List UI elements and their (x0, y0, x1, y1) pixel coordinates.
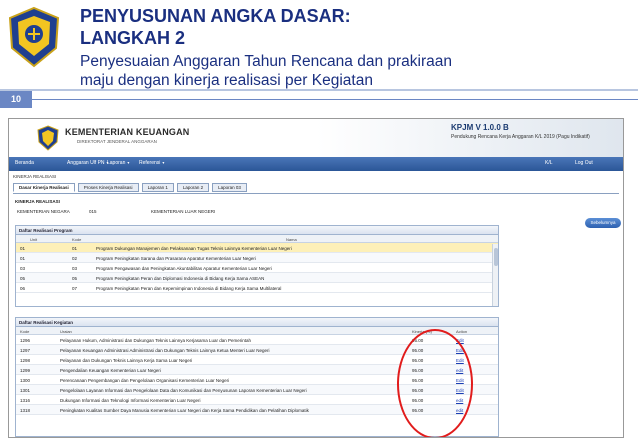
cell-unit: 05 (20, 276, 26, 281)
col-unit: Unit (30, 237, 38, 242)
slide-subtitle-line1: Penyesuaian Anggaran Tahun Rencana dan p… (80, 53, 452, 70)
table-row[interactable]: 06 07 Program Peningkatan Peran dan Kepemi… (16, 283, 498, 293)
header-divider (0, 89, 638, 91)
kemenkeu-logo-icon (37, 125, 59, 151)
col-kode: Kode (72, 237, 82, 242)
col-nama: Nama (286, 237, 297, 242)
cell-kode: 1316 (20, 398, 31, 403)
cell-uraian: Pelayanan Hukum, Administrasi dan Dukung… (60, 338, 252, 343)
highlight-ring (397, 329, 473, 437)
cell-nama: Program Peningkatan Sarana dan Prasarana… (96, 256, 256, 261)
user-code: K/L (545, 160, 553, 166)
cell-kode: 1318 (20, 408, 31, 413)
cell-kode: 1300 (20, 378, 31, 383)
app-banner: KEMENTERIAN KEUANGAN DIREKTORAT JENDERAL… (9, 119, 623, 157)
cell-kode: 01 (72, 246, 78, 251)
tab-laporan-03[interactable]: Laporan 03 (212, 183, 247, 192)
program-grid: Daftar Realisasi Program Unit Kode Nama … (15, 225, 499, 307)
tab-proses-kinerja[interactable]: Proses Kinerja Realisasi (77, 183, 139, 192)
tab-dasar-kinerja[interactable]: Dasar Kinerja Realisasi (13, 183, 75, 192)
cell-kode: 02 (72, 256, 78, 261)
app-description: Pendukung Rencana Kerja Anggaran K/L 201… (451, 134, 590, 140)
cell-kode: 1297 (20, 348, 31, 353)
cell-unit: 01 (20, 256, 26, 261)
menu-referensi[interactable]: Referensi (139, 160, 164, 166)
table-row[interactable]: 01 02 Program Peningkatan Sarana dan Prasa… (16, 253, 498, 263)
cell-kode: 1299 (20, 368, 31, 373)
menu-beranda[interactable]: Beranda (15, 160, 36, 166)
cell-kode: 05 (72, 276, 78, 281)
cell-unit: 01 (20, 246, 26, 251)
ministry-subname: DIREKTORAT JENDERAL ANGGARAN (77, 139, 157, 144)
cell-nama: Program Peningkatan Peran dan Kepemimpin… (96, 286, 282, 291)
cell-unit: 06 (20, 286, 26, 291)
logout-link[interactable]: Log Out (575, 160, 595, 166)
scroll-thumb[interactable] (494, 248, 498, 266)
field-label: KEMENTERIAN NEGARA (17, 209, 70, 214)
breadcrumb: KINERJA REALISASI (13, 174, 57, 179)
number-divider (32, 99, 638, 100)
table-row[interactable]: 01 01 Program Dukungan Manajemen dan Pelak… (16, 243, 498, 253)
kegiatan-grid-title: Daftar Realisasi Kegiatan (16, 318, 498, 327)
cell-kode: 1301 (20, 388, 31, 393)
cell-uraian: Pengendalian Keuangan Kementerian Luar N… (60, 368, 161, 373)
tab-panel-border (13, 193, 619, 194)
cell-uraian: Pengelolaan Layanan Informasi dan Pengel… (60, 388, 307, 393)
cell-unit: 03 (20, 266, 26, 271)
program-grid-header: Unit Kode Nama (16, 235, 498, 243)
table-row[interactable]: 05 05 Program Peningkatan Peran dan Diplom… (16, 273, 498, 283)
field-value: KEMENTERIAN LUAR NEGERI (151, 209, 216, 214)
cell-kode: 1298 (20, 358, 31, 363)
col-uraian: Uraian (60, 329, 72, 334)
ministry-emblem-icon (8, 6, 60, 68)
program-grid-title: Daftar Realisasi Program (16, 226, 498, 235)
slide-number: 10 (0, 91, 32, 108)
cell-uraian: Dukungan Informasi dan Teknologi Informa… (60, 398, 201, 403)
cell-uraian: Perencanaan Pengembangan dan Pengelolaan… (60, 378, 230, 383)
cell-nama: Program Pengawasan dan Peningkatan Akunt… (96, 266, 272, 271)
cell-uraian: Peningkatan Kualitas Sumber Daya Manusia… (60, 408, 309, 413)
tab-laporan-1[interactable]: Laporan 1 (141, 183, 174, 192)
slide-header: PENYUSUNAN ANGKA DASAR: LANGKAH 2 Penyes… (80, 4, 630, 90)
menu-bar: Beranda Anggaran Ulf PN Laporan Referens… (9, 157, 623, 171)
section-title: KINERJA REALISASI (15, 199, 60, 204)
app-screenshot: KEMENTERIAN KEUANGAN DIREKTORAT JENDERAL… (8, 118, 624, 438)
slide-title: PENYUSUNAN ANGKA DASAR: (80, 6, 351, 26)
tab-bar: Dasar Kinerja Realisasi Proses Kinerja Re… (13, 183, 250, 193)
slide-step: LANGKAH 2 (80, 28, 186, 48)
program-grid-scrollbar[interactable] (492, 244, 498, 306)
cell-nama: Program Peningkatan Peran dan Diplomasi … (96, 276, 265, 281)
cell-kode: 07 (72, 286, 78, 291)
ministry-name: KEMENTERIAN KEUANGAN (65, 127, 190, 137)
cell-kode: 1296 (20, 338, 31, 343)
slide-subtitle-line2: maju dengan kinerja realisasi per Kegiat… (80, 72, 373, 89)
tab-laporan-2[interactable]: Laporan 2 (176, 183, 210, 192)
col-kode: Kode (20, 329, 30, 334)
cell-uraian: Pelayanan dan Dukungan Teknis Lainnya Ke… (60, 358, 193, 363)
table-row[interactable]: 03 03 Program Pengawasan dan Peningkatan A… (16, 263, 498, 273)
cell-nama: Program Dukungan Manajemen dan Pelaksana… (96, 246, 292, 251)
app-version: KPJM V 1.0.0 B (451, 123, 509, 132)
menu-anggaran[interactable]: Anggaran Ulf PN (67, 160, 109, 166)
cell-kode: 03 (72, 266, 78, 271)
cell-uraian: Pelayanan Keuangan Administrasi Administ… (60, 348, 270, 353)
col-action: Action (456, 329, 468, 334)
field-code: 015 (89, 209, 97, 214)
back-button[interactable]: Sebelumnya (585, 218, 621, 228)
menu-laporan[interactable]: Laporan (107, 160, 129, 166)
